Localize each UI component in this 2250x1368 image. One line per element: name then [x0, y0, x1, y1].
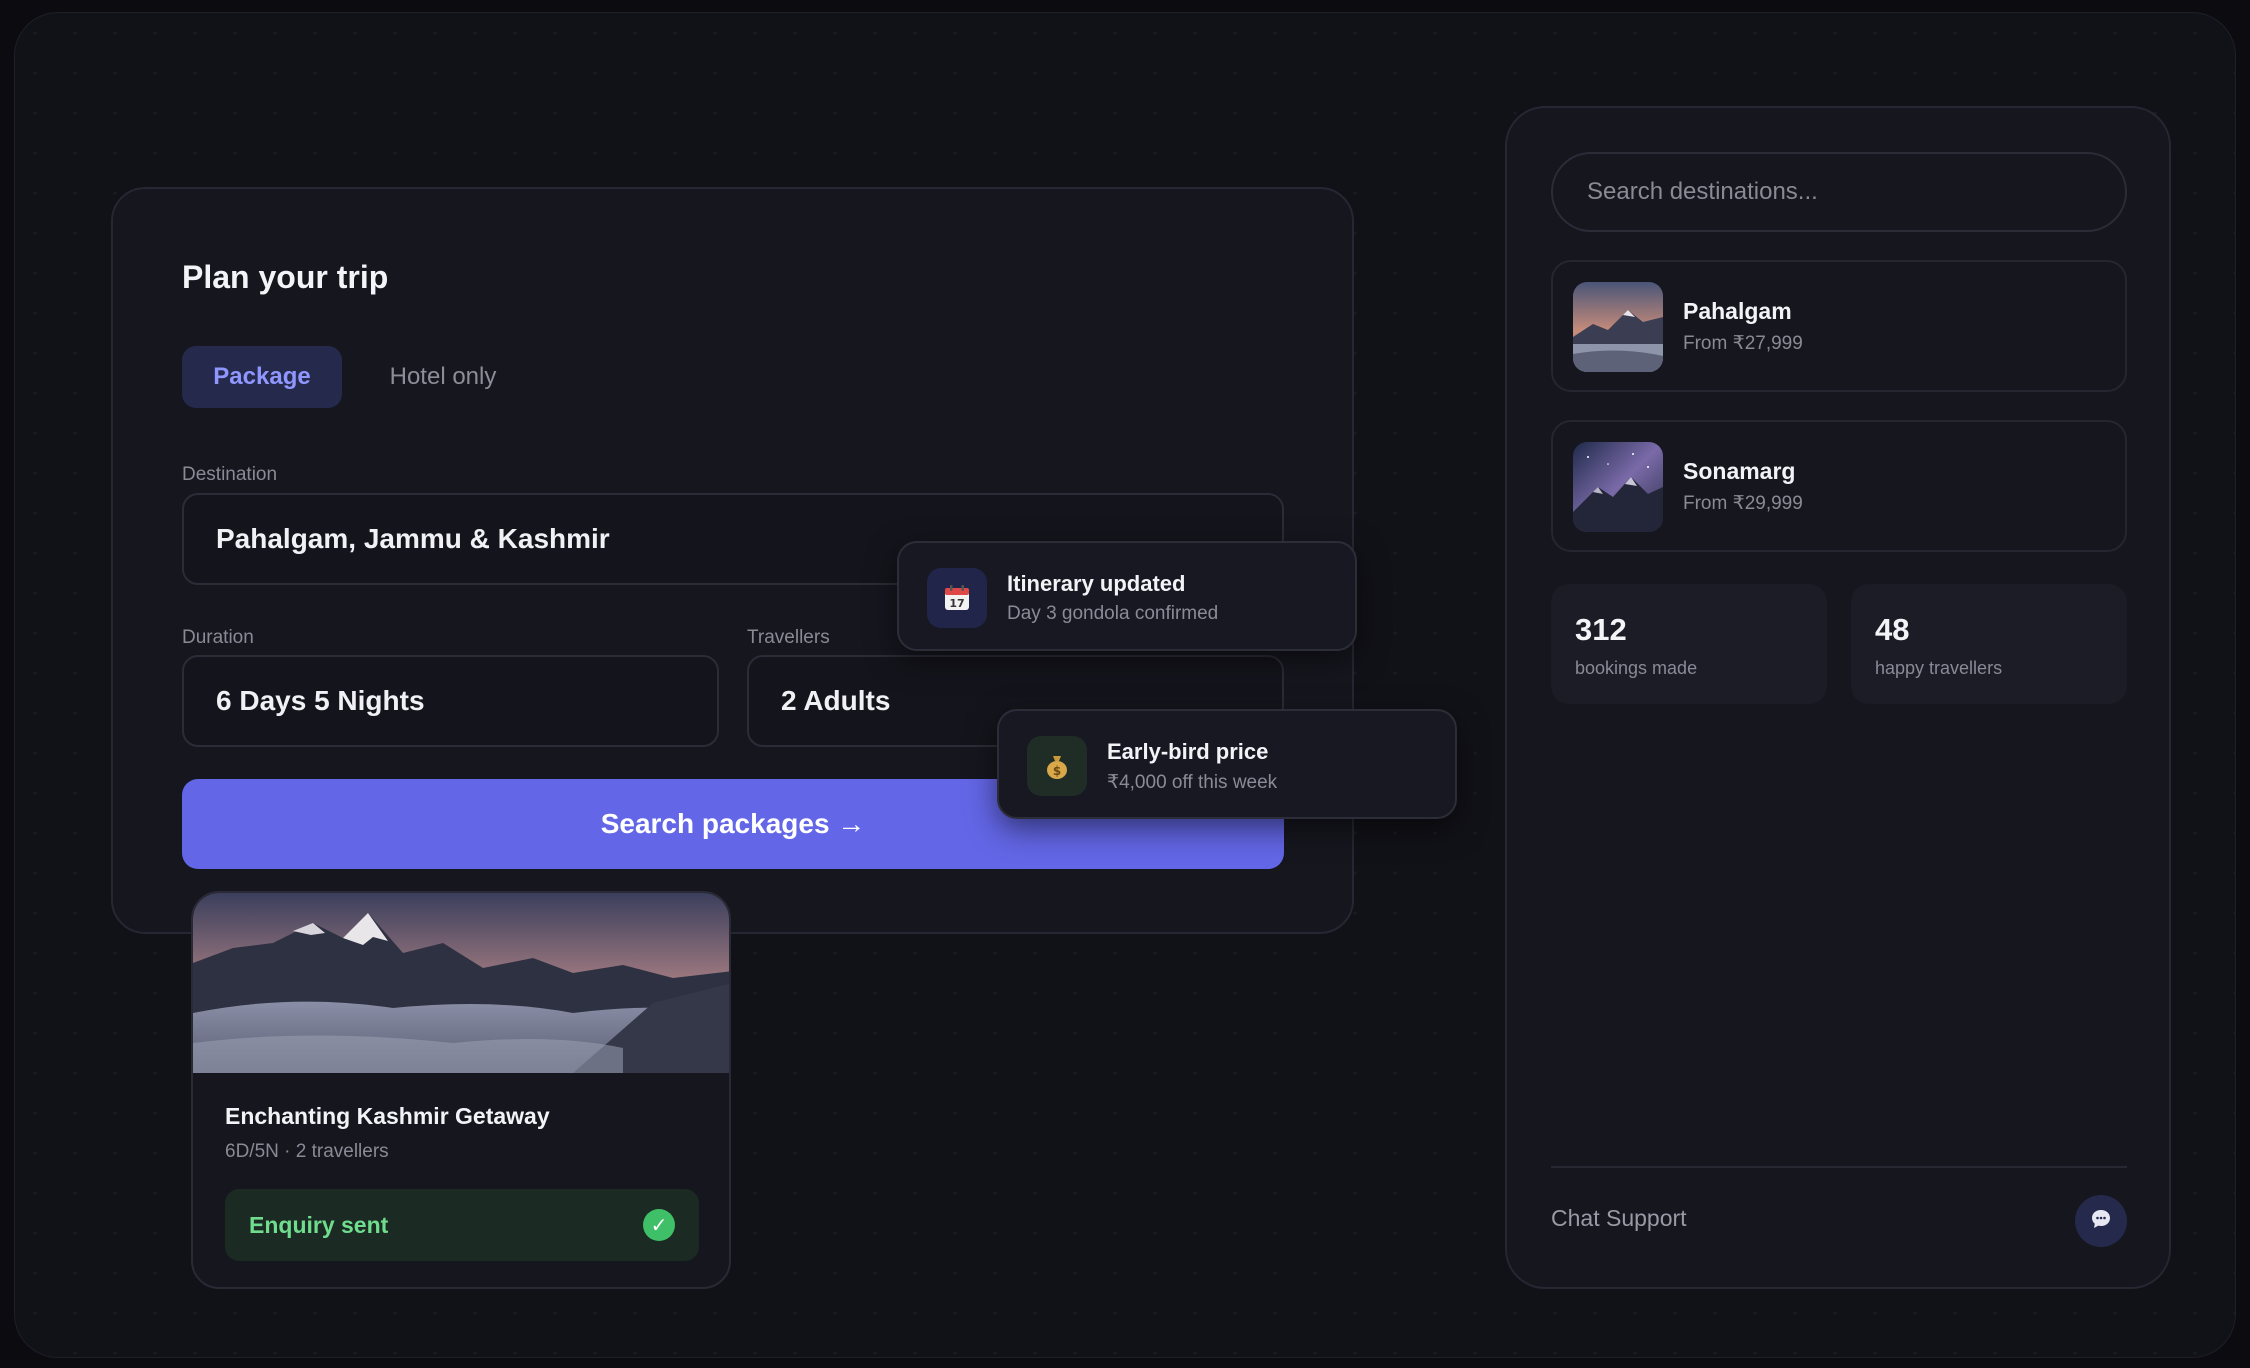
- duration-field[interactable]: 6 Days 5 Nights: [182, 655, 719, 747]
- divider: [1551, 1166, 2127, 1168]
- destinations-sidebar: Pahalgam From ₹27,999: [1505, 106, 2171, 1289]
- toast-subtitle: Day 3 gondola confirmed: [1007, 603, 1219, 624]
- tab-hotel-only[interactable]: Hotel only: [358, 346, 528, 408]
- duration-label: Duration: [182, 627, 254, 648]
- destination-price: From ₹29,999: [1683, 493, 1803, 514]
- stat-label: bookings made: [1575, 658, 1698, 678]
- toast-itinerary-updated: 17 Itinerary updated Day 3 gondola confi…: [897, 541, 1357, 651]
- toast-title: Early-bird price: [1107, 739, 1269, 764]
- chat-bubble-icon: [2089, 1207, 2113, 1236]
- stat-value: 48: [1875, 612, 1910, 647]
- destination-label: Destination: [182, 464, 278, 485]
- enquiry-status-badge: Enquiry sent ✓: [225, 1189, 699, 1261]
- chat-support-label: Chat Support: [1551, 1205, 1687, 1231]
- chat-support-button[interactable]: [2075, 1195, 2127, 1247]
- destination-thumbnail: [1573, 442, 1663, 532]
- plan-title: Plan your trip: [182, 259, 389, 295]
- money-bag-icon: $: [1027, 736, 1087, 796]
- tab-package[interactable]: Package: [182, 346, 342, 408]
- stat-bookings: 312 bookings made: [1551, 584, 1827, 704]
- destination-name: Sonamarg: [1683, 458, 1796, 484]
- mountain-image: [193, 893, 729, 1073]
- getaway-title: Enchanting Kashmir Getaway: [225, 1103, 550, 1129]
- enquiry-status-label: Enquiry sent: [249, 1211, 389, 1238]
- travellers-label: Travellers: [747, 627, 830, 648]
- search-destinations-input[interactable]: [1551, 152, 2127, 232]
- toast-title: Itinerary updated: [1007, 571, 1186, 596]
- destination-thumbnail: [1573, 282, 1663, 372]
- toast-subtitle: ₹4,000 off this week: [1107, 772, 1278, 793]
- stat-happy-travellers: 48 happy travellers: [1851, 584, 2127, 704]
- destination-item-pahalgam[interactable]: Pahalgam From ₹27,999: [1551, 260, 2127, 392]
- destination-name: Pahalgam: [1683, 298, 1792, 324]
- stat-value: 312: [1575, 612, 1627, 647]
- svg-text:$: $: [1053, 764, 1061, 778]
- app-frame: Plan your trip Package Hotel only Destin…: [14, 12, 2236, 1358]
- calendar-icon: 17: [927, 568, 987, 628]
- check-icon: ✓: [643, 1209, 675, 1241]
- getaway-card[interactable]: Enchanting Kashmir Getaway 6D/5N · 2 tra…: [191, 891, 731, 1289]
- stat-label: happy travellers: [1875, 658, 2003, 678]
- getaway-meta: 6D/5N · 2 travellers: [225, 1141, 389, 1162]
- destination-price: From ₹27,999: [1683, 333, 1803, 354]
- destination-item-sonamarg[interactable]: Sonamarg From ₹29,999: [1551, 420, 2127, 552]
- svg-text:17: 17: [949, 597, 964, 610]
- toast-early-bird-price: $ Early-bird price ₹4,000 off this week: [997, 709, 1457, 819]
